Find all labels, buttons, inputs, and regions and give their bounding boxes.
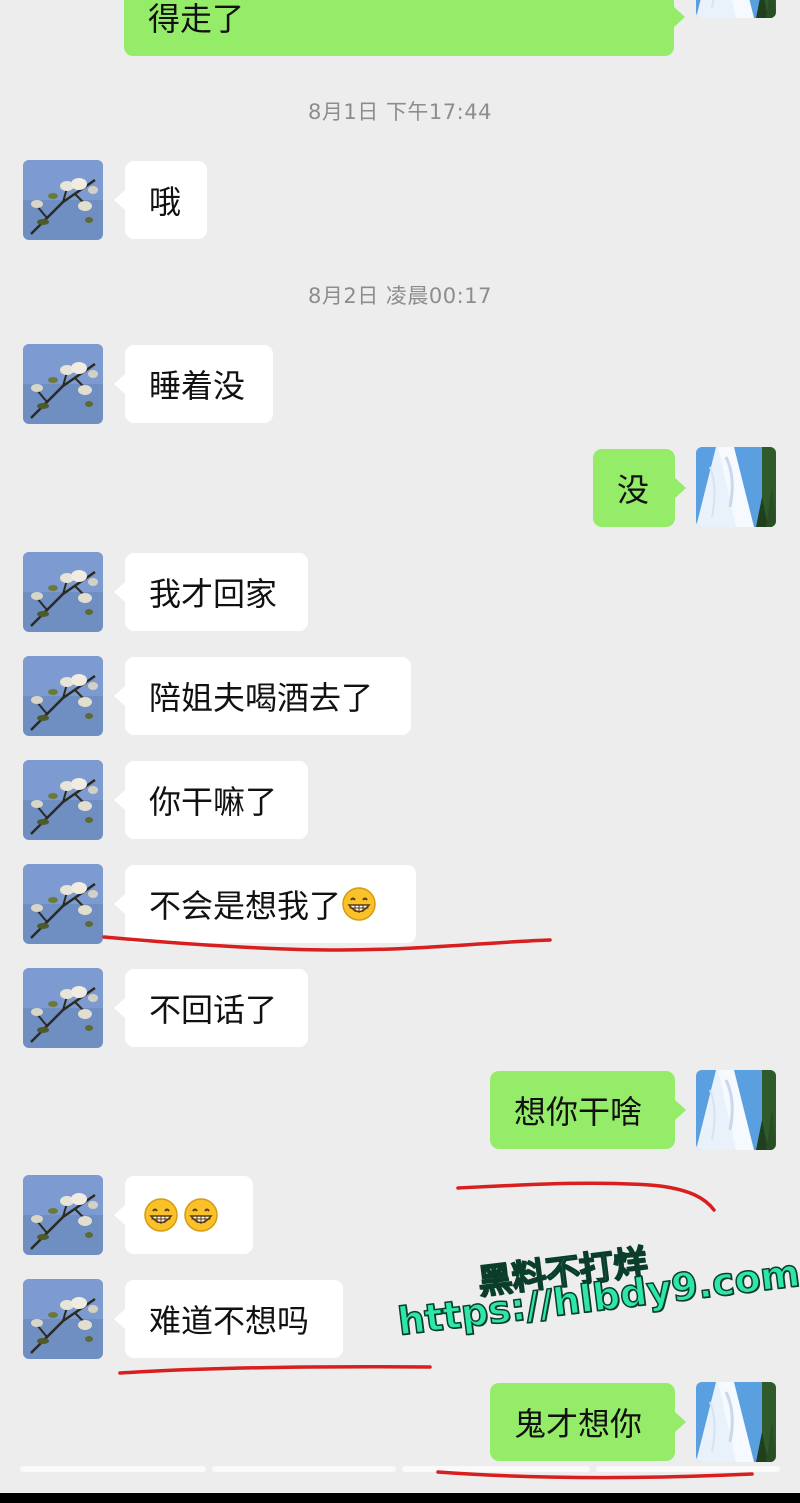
scroll-indicator <box>20 1466 206 1472</box>
flower-branch-avatar-icon <box>23 1175 103 1255</box>
flower-branch-avatar-icon <box>23 656 103 736</box>
message-text: 哦 <box>149 183 182 221</box>
message-bubble-incoming[interactable]: 不会是想我了 <box>114 865 416 943</box>
flower-branch-avatar-icon <box>23 864 103 944</box>
contact-avatar[interactable] <box>23 864 103 944</box>
contact-avatar[interactable] <box>23 1279 103 1359</box>
grinning-face-emoji-icon <box>183 1197 219 1233</box>
contact-avatar[interactable] <box>23 760 103 840</box>
message-bubble-incoming[interactable]: 难道不想吗 <box>114 1280 343 1358</box>
timestamp: 8月1日 下午17:44 <box>308 100 492 124</box>
message-text: 陪姐夫喝酒去了 <box>149 679 374 717</box>
message-bubble-incoming[interactable]: 睡着没 <box>114 345 273 423</box>
bottom-edge-bar <box>0 1493 800 1503</box>
flower-branch-avatar-icon <box>23 160 103 240</box>
message-bubble-incoming[interactable]: 你干嘛了 <box>114 761 308 839</box>
grinning-face-emoji-icon <box>143 1197 179 1233</box>
contact-avatar[interactable] <box>23 552 103 632</box>
sky-clouds-avatar-icon <box>696 447 776 527</box>
contact-avatar[interactable] <box>23 968 103 1048</box>
self-avatar[interactable] <box>696 0 776 18</box>
message-text: 得走了 <box>148 0 245 38</box>
self-avatar[interactable] <box>696 1070 776 1150</box>
message-text: 想你干啥 <box>514 1093 643 1131</box>
timestamp: 8月2日 凌晨00:17 <box>308 284 492 308</box>
message-text: 没 <box>617 471 650 509</box>
flower-branch-avatar-icon <box>23 968 103 1048</box>
sky-clouds-avatar-icon <box>696 0 776 18</box>
sky-clouds-avatar-icon <box>696 1070 776 1150</box>
message-bubble-incoming[interactable]: 哦 <box>114 161 207 239</box>
message-text: 我才回家 <box>149 575 278 613</box>
message-bubble-incoming[interactable]: 不回话了 <box>114 969 308 1047</box>
self-avatar[interactable] <box>696 1382 776 1462</box>
message-bubble-outgoing[interactable]: 想你干啥 <box>490 1071 686 1149</box>
message-text: 睡着没 <box>149 367 246 405</box>
message-text: 不回话了 <box>149 991 278 1029</box>
flower-branch-avatar-icon <box>23 344 103 424</box>
message-text: 鬼才想你 <box>514 1405 643 1443</box>
flower-branch-avatar-icon <box>23 1279 103 1359</box>
message-bubble-outgoing[interactable]: 得走了 <box>124 0 685 56</box>
message-bubble-outgoing[interactable]: 没 <box>593 449 686 527</box>
self-avatar[interactable] <box>696 447 776 527</box>
message-text: 不会是想我了 <box>149 887 342 925</box>
message-bubble-incoming[interactable] <box>114 1176 253 1254</box>
sky-clouds-avatar-icon <box>696 1382 776 1462</box>
message-bubble-incoming[interactable]: 我才回家 <box>114 553 308 631</box>
message-bubble-incoming[interactable]: 陪姐夫喝酒去了 <box>114 657 411 735</box>
flower-branch-avatar-icon <box>23 760 103 840</box>
grinning-face-emoji-icon <box>341 886 377 922</box>
scroll-indicator <box>596 1466 780 1472</box>
contact-avatar[interactable] <box>23 1175 103 1255</box>
flower-branch-avatar-icon <box>23 552 103 632</box>
contact-avatar[interactable] <box>23 344 103 424</box>
message-text: 你干嘛了 <box>149 783 278 821</box>
message-bubble-outgoing[interactable]: 鬼才想你 <box>490 1383 686 1461</box>
scroll-indicator <box>212 1466 396 1472</box>
contact-avatar[interactable] <box>23 160 103 240</box>
scroll-indicator <box>402 1466 590 1472</box>
contact-avatar[interactable] <box>23 656 103 736</box>
message-text: 难道不想吗 <box>149 1302 310 1340</box>
